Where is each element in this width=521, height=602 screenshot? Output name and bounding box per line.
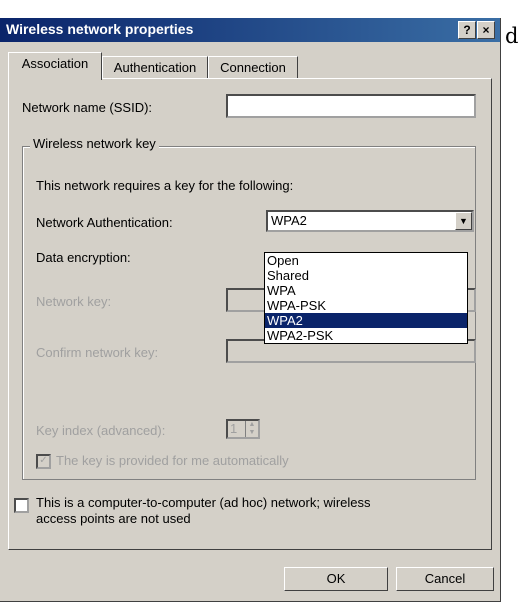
ssid-label: Network name (SSID): [22,100,153,115]
tab-association[interactable]: Association [8,52,102,80]
adhoc-label-line1: This is a computer-to-computer (ad hoc) … [36,495,371,510]
ok-button[interactable]: OK [284,567,388,591]
cancel-button[interactable]: Cancel [396,567,494,591]
tab-authentication[interactable]: Authentication [102,56,208,79]
partial-background-text: d [505,24,519,48]
ssid-input[interactable] [226,94,476,118]
help-button[interactable]: ? [458,21,476,39]
auth-option-wpa-psk[interactable]: WPA-PSK [265,298,467,313]
auth-option-shared[interactable]: Shared [265,268,467,283]
auth-option-wpa2[interactable]: WPA2 [265,313,467,328]
data-encryption-label: Data encryption: [36,250,131,265]
wireless-properties-dialog: Wireless network properties ? × Associat… [0,18,501,602]
adhoc-label-line2: access points are not used [36,511,191,526]
auth-option-wpa[interactable]: WPA [265,283,467,298]
confirm-key-label: Confirm network key: [36,345,159,360]
close-button[interactable]: × [477,21,495,39]
auto-key-checkbox[interactable]: ✓ [36,454,51,469]
network-auth-value: WPA2 [271,213,307,228]
chevron-down-icon[interactable]: ▼ [455,212,472,230]
network-key-label: Network key: [36,294,112,309]
window-title: Wireless network properties [6,21,194,37]
auth-option-open[interactable]: Open [265,253,467,268]
network-auth-label: Network Authentication: [36,215,173,230]
network-auth-dropdown-list: Open Shared WPA WPA-PSK WPA2 WPA2-PSK [264,252,468,344]
spinner-arrows-icon[interactable]: ▲ ▼ [245,421,258,437]
key-requirement-description: This network requires a key for the foll… [36,178,294,193]
network-auth-select[interactable]: WPA2 ▼ [266,210,474,232]
key-index-spinner[interactable]: 1 ▲ ▼ [226,419,260,439]
wireless-key-group-title: Wireless network key [30,136,159,151]
adhoc-checkbox[interactable] [14,498,29,513]
key-index-label: Key index (advanced): [36,423,166,438]
title-bar[interactable]: Wireless network properties ? × [0,18,500,42]
auth-option-wpa2-psk[interactable]: WPA2-PSK [265,328,467,343]
key-index-value: 1 [230,421,238,436]
auto-key-label: The key is provided for me automatically [56,453,289,468]
tab-connection[interactable]: Connection [208,56,298,79]
